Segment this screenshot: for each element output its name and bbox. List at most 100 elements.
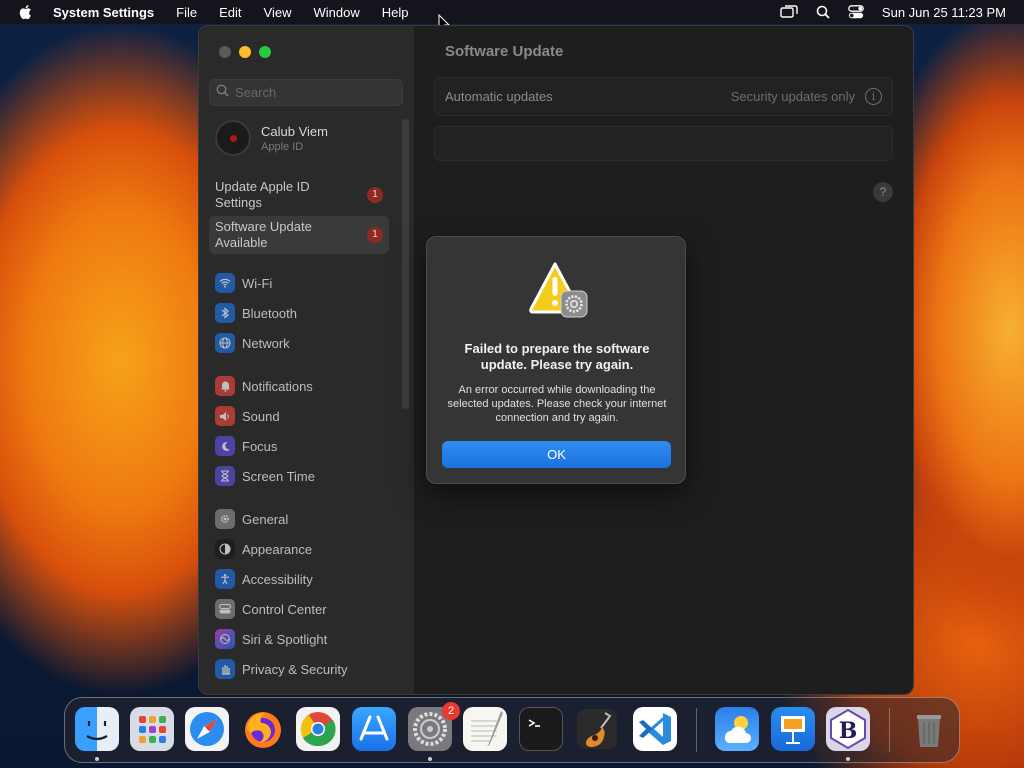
dock-separator (889, 708, 890, 752)
firefox-icon[interactable] (241, 707, 285, 751)
launchpad-icon[interactable] (130, 707, 174, 751)
safari-icon[interactable] (185, 707, 229, 751)
menu-bar: System Settings File Edit View Window He… (0, 0, 1024, 24)
page-title: Software Update (445, 43, 564, 60)
menu-window[interactable]: Window (313, 5, 359, 20)
textedit-icon[interactable] (463, 707, 507, 751)
dock: 2 B (64, 697, 960, 763)
avatar (215, 120, 251, 156)
sidebar-item-network[interactable]: Network (215, 332, 290, 354)
sidebar-item-label: Wi-Fi (242, 275, 273, 291)
gear-icon (215, 509, 235, 529)
menu-file[interactable]: File (176, 5, 197, 20)
apple-menu-icon[interactable] (19, 4, 35, 20)
automatic-updates-label: Automatic updates (445, 89, 553, 104)
running-indicator (428, 757, 432, 761)
alert-message: An error occurred while downloading the … (447, 384, 667, 424)
bell-icon (215, 376, 235, 396)
sidebar-item-label: Bluetooth (242, 305, 297, 321)
screen-mirroring-icon[interactable] (780, 5, 798, 19)
app-store-icon[interactable] (352, 707, 396, 751)
running-indicator (95, 757, 99, 761)
svg-text:B: B (839, 718, 858, 744)
account-subtitle: Apple ID (261, 140, 304, 153)
wifi-icon (215, 273, 235, 293)
sidebar-item-label: Notifications (242, 378, 313, 394)
sidebar-item-label: Accessibility (242, 571, 313, 587)
alert-title: Failed to prepare the software update. P… (464, 341, 650, 372)
sidebar-item-label: Focus (242, 438, 278, 454)
apple-id-account[interactable]: Calub Viem Apple ID (215, 120, 328, 156)
sidebar-item-label: Control Center (242, 601, 327, 617)
automatic-updates-row: Automatic updates Security updates only … (434, 77, 893, 116)
moon-icon (215, 436, 235, 456)
software-update-available-item[interactable]: Software Update Available 1 (209, 216, 389, 254)
globe-icon (215, 333, 235, 353)
close-button[interactable] (219, 46, 231, 58)
zoom-button[interactable] (259, 46, 271, 58)
sidebar-item-control-center[interactable]: Control Center (215, 598, 327, 620)
sidebar-item-focus[interactable]: Focus (215, 435, 277, 457)
sidebar-item-label: Sound (242, 408, 280, 424)
sidebar-item-label: Network (242, 335, 290, 351)
sidebar-item-accessibility[interactable]: Accessibility (215, 568, 313, 590)
menu-app-name[interactable]: System Settings (53, 5, 154, 20)
account-name: Calub Viem (261, 123, 328, 139)
bbedit-icon[interactable]: B (826, 707, 870, 751)
control-center-icon (215, 599, 235, 619)
search-input[interactable] (235, 85, 395, 100)
menu-datetime[interactable]: Sun Jun 25 11:23 PM (882, 5, 1006, 20)
warning-icon (527, 261, 589, 319)
running-indicator (846, 757, 850, 761)
dock-separator (696, 708, 697, 752)
notification-badge: 1 (367, 227, 383, 243)
terminal-icon[interactable] (519, 707, 563, 751)
menu-edit[interactable]: Edit (219, 5, 241, 20)
hand-icon (215, 659, 235, 679)
ok-button[interactable]: OK (442, 441, 671, 468)
search-field[interactable] (209, 79, 403, 106)
help-button[interactable]: ? (873, 182, 893, 202)
finder-icon[interactable] (75, 707, 119, 751)
notification-badge: 1 (367, 187, 383, 203)
sidebar: Calub Viem Apple ID Update Apple ID Sett… (199, 26, 415, 694)
sidebar-item-wifi[interactable]: Wi-Fi (215, 272, 272, 294)
accessibility-icon (215, 569, 235, 589)
sidebar-item-general[interactable]: General (215, 508, 288, 530)
chrome-icon[interactable] (296, 707, 340, 751)
sidebar-item-sound[interactable]: Sound (215, 405, 280, 427)
control-center-icon[interactable] (848, 5, 864, 19)
keynote-icon[interactable] (771, 707, 815, 751)
notice-label: Software Update Available (215, 219, 312, 250)
vscode-icon[interactable] (633, 707, 677, 751)
window-controls (219, 46, 271, 58)
sidebar-item-notifications[interactable]: Notifications (215, 375, 313, 397)
sidebar-item-label: Appearance (242, 541, 313, 557)
trash-icon[interactable] (907, 707, 951, 751)
search-icon (216, 84, 229, 102)
menu-view[interactable]: View (264, 5, 292, 20)
notification-badge: 2 (442, 702, 460, 720)
sidebar-item-privacy-security[interactable]: Privacy & Security (215, 658, 347, 680)
error-alert-dialog: Failed to prepare the software update. P… (426, 236, 686, 484)
spotlight-search-icon[interactable] (816, 5, 830, 19)
siri-icon (215, 629, 235, 649)
speaker-icon (215, 406, 235, 426)
sidebar-item-screen-time[interactable]: Screen Time (215, 465, 315, 487)
sidebar-scrollbar[interactable] (402, 119, 409, 409)
weather-icon[interactable] (715, 707, 759, 751)
minimize-button[interactable] (239, 46, 251, 58)
update-apple-id-settings-item[interactable]: Update Apple ID Settings 1 (209, 176, 389, 214)
notice-label: Update Apple ID Settings (215, 179, 310, 210)
bluetooth-icon (215, 303, 235, 323)
sidebar-item-appearance[interactable]: Appearance (215, 538, 312, 560)
menu-help[interactable]: Help (382, 5, 409, 20)
info-icon[interactable]: i (865, 88, 882, 105)
sidebar-item-bluetooth[interactable]: Bluetooth (215, 302, 297, 324)
sidebar-item-label: Privacy & Security (242, 661, 348, 677)
sidebar-item-siri-spotlight[interactable]: Siri & Spotlight (215, 628, 327, 650)
automatic-updates-value: Security updates only (730, 89, 855, 104)
hourglass-icon (215, 466, 235, 486)
appearance-icon (215, 539, 235, 559)
garageband-icon[interactable] (575, 707, 619, 751)
